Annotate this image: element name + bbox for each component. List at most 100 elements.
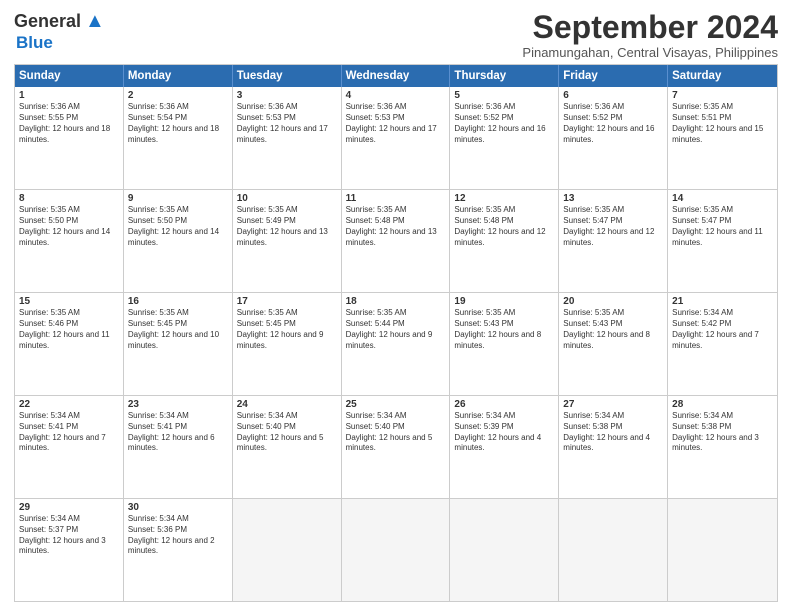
cell-info: Sunrise: 5:34 AM Sunset: 5:40 PM Dayligh…: [346, 411, 446, 454]
cell-5-sat-empty: [668, 499, 777, 601]
cell-4-sat: 28 Sunrise: 5:34 AM Sunset: 5:38 PM Dayl…: [668, 396, 777, 498]
cell-5-thu-empty: [450, 499, 559, 601]
day-number: 26: [454, 399, 554, 410]
cell-info: Sunrise: 5:34 AM Sunset: 5:41 PM Dayligh…: [128, 411, 228, 454]
day-number: 29: [19, 502, 119, 513]
cell-info: Sunrise: 5:34 AM Sunset: 5:40 PM Dayligh…: [237, 411, 337, 454]
cell-3-sun: 15 Sunrise: 5:35 AM Sunset: 5:46 PM Dayl…: [15, 293, 124, 395]
logo-bird-icon: ▲: [85, 10, 105, 33]
day-number: 18: [346, 296, 446, 307]
cell-4-mon: 23 Sunrise: 5:34 AM Sunset: 5:41 PM Dayl…: [124, 396, 233, 498]
header-saturday: Saturday: [668, 65, 777, 87]
cell-3-sat: 21 Sunrise: 5:34 AM Sunset: 5:42 PM Dayl…: [668, 293, 777, 395]
cell-info: Sunrise: 5:36 AM Sunset: 5:53 PM Dayligh…: [346, 102, 446, 145]
day-number: 20: [563, 296, 663, 307]
cell-info: Sunrise: 5:34 AM Sunset: 5:36 PM Dayligh…: [128, 514, 228, 557]
cell-info: Sunrise: 5:34 AM Sunset: 5:38 PM Dayligh…: [672, 411, 773, 454]
day-number: 3: [237, 90, 337, 101]
cell-3-wed: 18 Sunrise: 5:35 AM Sunset: 5:44 PM Dayl…: [342, 293, 451, 395]
cell-4-thu: 26 Sunrise: 5:34 AM Sunset: 5:39 PM Dayl…: [450, 396, 559, 498]
cell-info: Sunrise: 5:35 AM Sunset: 5:50 PM Dayligh…: [19, 205, 119, 248]
cell-5-fri-empty: [559, 499, 668, 601]
day-number: 17: [237, 296, 337, 307]
header-tuesday: Tuesday: [233, 65, 342, 87]
cell-info: Sunrise: 5:35 AM Sunset: 5:47 PM Dayligh…: [563, 205, 663, 248]
cell-info: Sunrise: 5:36 AM Sunset: 5:54 PM Dayligh…: [128, 102, 228, 145]
cell-5-tue-empty: [233, 499, 342, 601]
cell-info: Sunrise: 5:35 AM Sunset: 5:45 PM Dayligh…: [128, 308, 228, 351]
cell-1-sat: 7 Sunrise: 5:35 AM Sunset: 5:51 PM Dayli…: [668, 87, 777, 189]
week-row-2: 8 Sunrise: 5:35 AM Sunset: 5:50 PM Dayli…: [15, 189, 777, 292]
cell-info: Sunrise: 5:36 AM Sunset: 5:53 PM Dayligh…: [237, 102, 337, 145]
day-number: 14: [672, 193, 773, 204]
week-row-3: 15 Sunrise: 5:35 AM Sunset: 5:46 PM Dayl…: [15, 292, 777, 395]
location: Pinamungahan, Central Visayas, Philippin…: [522, 45, 778, 60]
day-number: 21: [672, 296, 773, 307]
header-monday: Monday: [124, 65, 233, 87]
day-number: 30: [128, 502, 228, 513]
logo-blue-text: Blue: [16, 33, 53, 53]
day-number: 9: [128, 193, 228, 204]
cell-info: Sunrise: 5:35 AM Sunset: 5:50 PM Dayligh…: [128, 205, 228, 248]
cell-3-thu: 19 Sunrise: 5:35 AM Sunset: 5:43 PM Dayl…: [450, 293, 559, 395]
day-number: 6: [563, 90, 663, 101]
day-number: 7: [672, 90, 773, 101]
day-number: 13: [563, 193, 663, 204]
header-thursday: Thursday: [450, 65, 559, 87]
day-number: 28: [672, 399, 773, 410]
logo-general: General: [14, 11, 81, 32]
calendar-header: Sunday Monday Tuesday Wednesday Thursday…: [15, 65, 777, 87]
day-number: 1: [19, 90, 119, 101]
calendar: Sunday Monday Tuesday Wednesday Thursday…: [14, 64, 778, 602]
cell-3-mon: 16 Sunrise: 5:35 AM Sunset: 5:45 PM Dayl…: [124, 293, 233, 395]
cell-3-fri: 20 Sunrise: 5:35 AM Sunset: 5:43 PM Dayl…: [559, 293, 668, 395]
cell-info: Sunrise: 5:35 AM Sunset: 5:49 PM Dayligh…: [237, 205, 337, 248]
cell-info: Sunrise: 5:35 AM Sunset: 5:51 PM Dayligh…: [672, 102, 773, 145]
week-row-1: 1 Sunrise: 5:36 AM Sunset: 5:55 PM Dayli…: [15, 87, 777, 189]
cell-1-tue: 3 Sunrise: 5:36 AM Sunset: 5:53 PM Dayli…: [233, 87, 342, 189]
cell-info: Sunrise: 5:34 AM Sunset: 5:41 PM Dayligh…: [19, 411, 119, 454]
calendar-body: 1 Sunrise: 5:36 AM Sunset: 5:55 PM Dayli…: [15, 87, 777, 601]
day-number: 4: [346, 90, 446, 101]
cell-info: Sunrise: 5:35 AM Sunset: 5:43 PM Dayligh…: [563, 308, 663, 351]
cell-info: Sunrise: 5:34 AM Sunset: 5:38 PM Dayligh…: [563, 411, 663, 454]
cell-info: Sunrise: 5:35 AM Sunset: 5:45 PM Dayligh…: [237, 308, 337, 351]
month-title: September 2024: [522, 10, 778, 45]
week-row-5: 29 Sunrise: 5:34 AM Sunset: 5:37 PM Dayl…: [15, 498, 777, 601]
day-number: 2: [128, 90, 228, 101]
cell-info: Sunrise: 5:34 AM Sunset: 5:37 PM Dayligh…: [19, 514, 119, 557]
week-row-4: 22 Sunrise: 5:34 AM Sunset: 5:41 PM Dayl…: [15, 395, 777, 498]
cell-info: Sunrise: 5:35 AM Sunset: 5:43 PM Dayligh…: [454, 308, 554, 351]
cell-4-fri: 27 Sunrise: 5:34 AM Sunset: 5:38 PM Dayl…: [559, 396, 668, 498]
cell-4-wed: 25 Sunrise: 5:34 AM Sunset: 5:40 PM Dayl…: [342, 396, 451, 498]
header-friday: Friday: [559, 65, 668, 87]
cell-2-tue: 10 Sunrise: 5:35 AM Sunset: 5:49 PM Dayl…: [233, 190, 342, 292]
cell-3-tue: 17 Sunrise: 5:35 AM Sunset: 5:45 PM Dayl…: [233, 293, 342, 395]
header: General ▲ Blue September 2024 Pinamungah…: [14, 10, 778, 60]
cell-info: Sunrise: 5:35 AM Sunset: 5:44 PM Dayligh…: [346, 308, 446, 351]
day-number: 22: [19, 399, 119, 410]
cell-5-mon: 30 Sunrise: 5:34 AM Sunset: 5:36 PM Dayl…: [124, 499, 233, 601]
cell-5-sun: 29 Sunrise: 5:34 AM Sunset: 5:37 PM Dayl…: [15, 499, 124, 601]
cell-1-mon: 2 Sunrise: 5:36 AM Sunset: 5:54 PM Dayli…: [124, 87, 233, 189]
day-number: 16: [128, 296, 228, 307]
day-number: 27: [563, 399, 663, 410]
cell-info: Sunrise: 5:36 AM Sunset: 5:52 PM Dayligh…: [454, 102, 554, 145]
cell-2-wed: 11 Sunrise: 5:35 AM Sunset: 5:48 PM Dayl…: [342, 190, 451, 292]
day-number: 10: [237, 193, 337, 204]
cell-4-sun: 22 Sunrise: 5:34 AM Sunset: 5:41 PM Dayl…: [15, 396, 124, 498]
day-number: 11: [346, 193, 446, 204]
cell-2-fri: 13 Sunrise: 5:35 AM Sunset: 5:47 PM Dayl…: [559, 190, 668, 292]
cell-info: Sunrise: 5:34 AM Sunset: 5:42 PM Dayligh…: [672, 308, 773, 351]
page: General ▲ Blue September 2024 Pinamungah…: [0, 0, 792, 612]
cell-info: Sunrise: 5:35 AM Sunset: 5:46 PM Dayligh…: [19, 308, 119, 351]
day-number: 19: [454, 296, 554, 307]
cell-2-mon: 9 Sunrise: 5:35 AM Sunset: 5:50 PM Dayli…: [124, 190, 233, 292]
day-number: 24: [237, 399, 337, 410]
cell-info: Sunrise: 5:35 AM Sunset: 5:48 PM Dayligh…: [454, 205, 554, 248]
cell-1-fri: 6 Sunrise: 5:36 AM Sunset: 5:52 PM Dayli…: [559, 87, 668, 189]
header-sunday: Sunday: [15, 65, 124, 87]
cell-2-sun: 8 Sunrise: 5:35 AM Sunset: 5:50 PM Dayli…: [15, 190, 124, 292]
day-number: 12: [454, 193, 554, 204]
cell-5-wed-empty: [342, 499, 451, 601]
